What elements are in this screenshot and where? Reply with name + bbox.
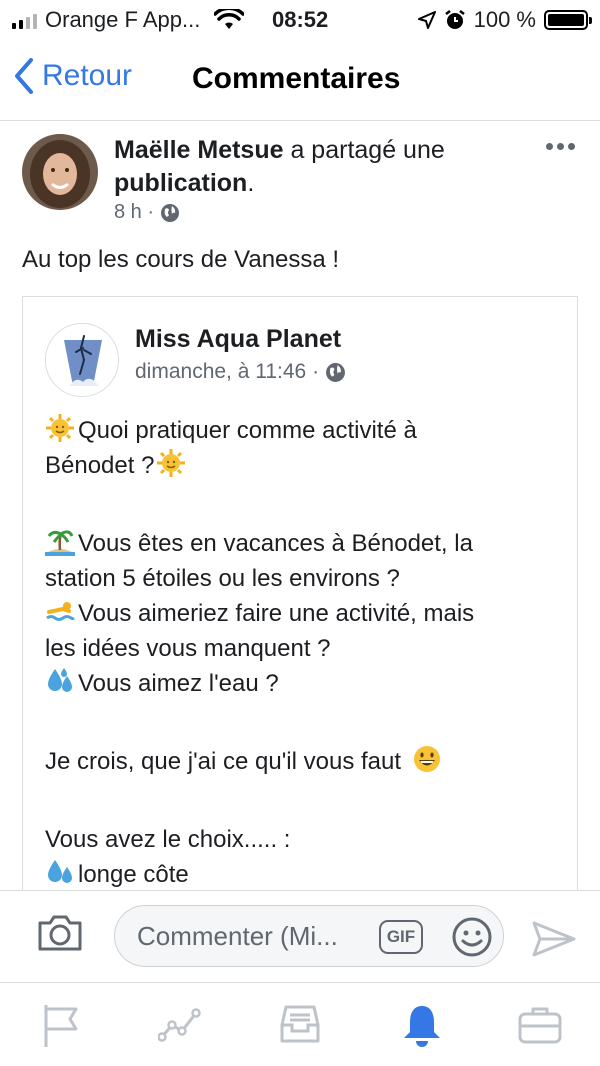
tab-inbox[interactable] [276,1001,324,1049]
swimmer-emoji-icon [46,602,75,621]
author-avatar[interactable] [22,134,98,210]
tab-notifications[interactable] [398,1001,446,1049]
location-arrow-icon [417,11,436,29]
text-line: Vous aimeriez faire une activité, mais [45,596,545,631]
avatar-photo [22,134,98,210]
back-button[interactable]: Retour [14,58,132,94]
sun-emoji-icon [46,414,74,442]
text-line: Quoi pratiquer comme activité à [45,413,545,448]
text-line-content: longe côte [78,861,189,888]
globe-icon [161,203,180,222]
text-line-content: Bénodet ? [45,452,155,479]
water-drops-emoji-icon [48,860,72,883]
emoji-smiley-icon[interactable] [451,916,493,958]
camera-icon[interactable] [36,913,84,953]
status-right: 100 % [417,7,592,33]
page-avatar[interactable] [45,323,119,397]
shared-post-text: Quoi pratiquer comme activité à Bénodet … [45,413,545,892]
carrier-info: Orange F App... [12,7,245,33]
carrier-name: Orange F App... [45,7,201,32]
author-name[interactable]: Maëlle Metsue [114,136,284,164]
comment-composer: Commenter (Mi... GIF [0,890,600,983]
text-line-content: station 5 étoiles ou les environs ? [45,565,400,592]
shared-post-time[interactable]: dimanche, à 11:46 · [135,360,319,384]
bell-icon [404,1006,440,1047]
sun-emoji-icon [157,449,186,477]
tab-tools[interactable] [516,1001,564,1049]
island-emoji-icon [45,530,75,556]
status-bar: Orange F App... 08:52 100 % [0,0,600,40]
gif-button[interactable]: GIF [379,920,423,954]
post-meta: 8 h · [114,201,180,224]
shared-post-card[interactable]: Miss Aqua Planet dimanche, à 11:46 · Quo… [22,296,578,916]
comment-input[interactable]: Commenter (Mi... GIF [114,905,504,967]
text-line-content: Quoi pratiquer comme activité à [78,417,417,444]
globe-icon [326,362,346,382]
post-author-line: Maëlle Metsue a partagé une publication. [114,134,514,200]
text-line: Bénodet ? [45,448,545,483]
clock: 08:52 [272,7,329,32]
text-line: Vous êtes en vacances à Bénodet, la [45,526,545,561]
text-line-content: les idées vous manquent ? [45,635,331,662]
text-line-content: Vous êtes en vacances à Bénodet, la [78,530,473,557]
back-label: Retour [42,59,133,92]
text-line-content: Vous aimez l'eau ? [78,670,279,697]
navigation-bar: Retour Commentaires [0,40,600,121]
post-time[interactable]: 8 h · [114,201,154,224]
inbox-icon [280,1005,320,1043]
page-logo [46,324,118,396]
chevron-left-icon [15,58,33,94]
alarm-clock-icon [444,10,465,29]
comment-placeholder: Commenter (Mi... [137,921,338,951]
text-line: les idées vous manquent ? [45,631,545,666]
more-options-icon[interactable] [546,143,575,150]
text-line-content: Vous avez le choix..... : [45,826,291,853]
wifi-icon [214,9,245,29]
grinning-face-emoji-icon [413,746,440,772]
tab-pages[interactable] [36,1001,84,1049]
flag-icon [44,1005,78,1047]
share-action: a partagé une [283,136,445,164]
text-line: station 5 étoiles ou les environs ? [45,561,545,596]
text-line-content: Vous aimeriez faire une activité, mais [78,600,475,627]
shared-post-meta: dimanche, à 11:46 · [135,360,346,384]
battery-percent: 100 % [473,7,536,32]
shared-object-suffix: . [247,169,255,197]
water-drops-emoji-icon [48,668,72,692]
signal-strength-icon [12,11,37,29]
text-line-content: Je crois, que j'ai ce qu'il vous faut [45,748,402,775]
text-line: Je crois, que j'ai ce qu'il vous faut [45,744,545,779]
bottom-tab-bar [0,982,600,1066]
send-icon[interactable] [532,921,576,957]
briefcase-icon [518,1007,562,1044]
text-line: Vous avez le choix..... : [45,822,545,857]
text-line: longe côte [45,857,545,892]
shared-object-link[interactable]: publication [114,169,247,197]
tab-activity[interactable] [156,1001,204,1049]
text-line: Vous aimez l'eau ? [45,666,545,701]
post-text: Au top les cours de Vanessa ! [22,246,340,273]
activity-chart-icon [158,1008,201,1042]
page-name[interactable]: Miss Aqua Planet [135,325,341,354]
battery-icon [544,10,592,30]
page-title: Commentaires [192,62,401,95]
